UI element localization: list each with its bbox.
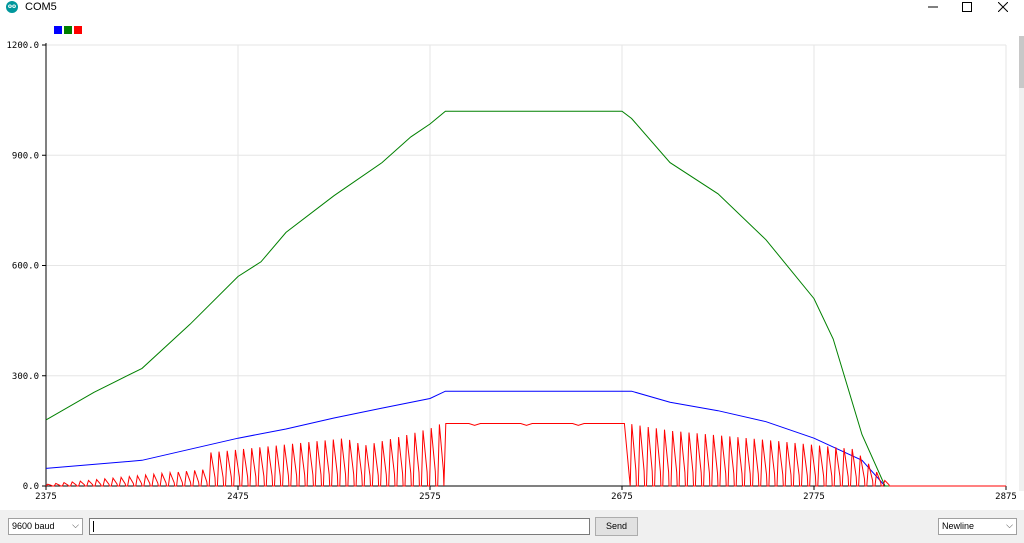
arduino-icon: oo	[6, 1, 18, 13]
chevron-down-icon: ⌵	[72, 521, 79, 531]
close-button[interactable]	[984, 0, 1022, 14]
title-bar: oo COM5	[0, 0, 1024, 22]
y-tick-label: 900.0	[12, 151, 39, 161]
legend-swatch	[64, 26, 72, 34]
text-caret	[93, 521, 94, 532]
line-chart: 0.0 300.0 600.0 900.0 1200.0 2375 2475 2575 2675…	[6, 26, 1017, 502]
y-tick-label: 600.0	[12, 262, 39, 272]
minimize-button[interactable]	[914, 0, 952, 14]
y-tick-label: 300.0	[12, 372, 39, 382]
vertical-scrollbar[interactable]	[1019, 36, 1024, 491]
scrollbar-thumb[interactable]	[1019, 36, 1024, 88]
x-tick-label: 2475	[227, 492, 249, 502]
chevron-down-icon: ⌵	[1006, 521, 1013, 531]
x-tick-label: 2775	[803, 492, 825, 502]
maximize-button[interactable]	[948, 0, 986, 14]
series-green-line	[45, 110, 1006, 487]
series-blue-line	[45, 390, 1006, 487]
baud-rate-label: 9600 baud	[12, 521, 55, 531]
line-ending-select[interactable]: Newline ⌵	[938, 518, 1017, 535]
window-title: COM5	[25, 1, 57, 13]
close-icon	[998, 2, 1008, 12]
legend-swatch	[74, 26, 82, 34]
send-button[interactable]: Send	[595, 517, 638, 536]
baud-rate-select[interactable]: 9600 baud ⌵	[8, 518, 83, 535]
y-tick-label: 1200.0	[6, 41, 39, 51]
line-ending-label: Newline	[942, 521, 975, 531]
minimize-icon	[928, 6, 938, 8]
x-tick-label: 2675	[611, 492, 633, 502]
serial-input[interactable]	[89, 518, 590, 535]
x-tick-label: 2875	[995, 492, 1017, 502]
x-tick-label: 2375	[35, 492, 57, 502]
maximize-icon	[962, 2, 972, 12]
y-tick-label: 0.0	[23, 482, 39, 492]
serial-plotter: 0.0 300.0 600.0 900.0 1200.0 2375 2475 2575 2675…	[0, 22, 1024, 510]
legend-swatch	[54, 26, 62, 34]
x-tick-label: 2575	[419, 492, 441, 502]
bottom-toolbar: 9600 baud ⌵ Send Newline ⌵	[0, 510, 1024, 543]
